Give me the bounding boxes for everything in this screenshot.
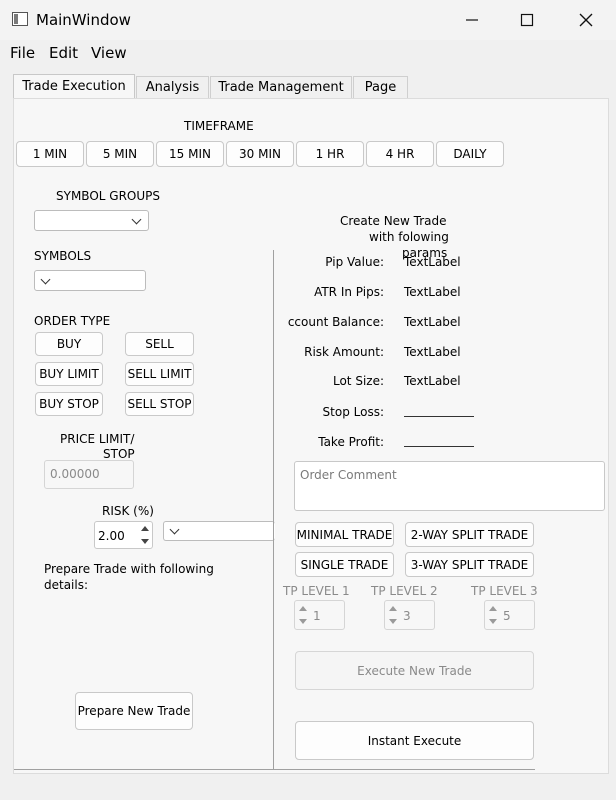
account-balance-value: TextLabel	[404, 315, 461, 329]
three-way-split-trade-button[interactable]: 3-WAY SPLIT TRADE	[405, 552, 534, 577]
tp-level-3-label: TP LEVEL 3	[471, 584, 538, 598]
sell-stop-button[interactable]: SELL STOP	[125, 392, 194, 416]
prepare-new-trade-button[interactable]: Prepare New Trade	[75, 692, 193, 730]
risk-amount-value: TextLabel	[404, 345, 461, 359]
timeframe-4hr-button[interactable]: 4 HR	[366, 141, 434, 167]
spin-up-icon[interactable]	[299, 606, 307, 611]
close-icon	[579, 13, 593, 27]
minimal-trade-button[interactable]: MINIMAL TRADE	[295, 522, 394, 547]
timeframe-daily-button[interactable]: DAILY	[436, 141, 504, 167]
tp-level-3-spinbox[interactable]: 5	[484, 600, 535, 630]
symbol-groups-combo[interactable]	[34, 210, 149, 231]
timeframe-15min-button[interactable]: 15 MIN	[156, 141, 224, 167]
symbols-combo[interactable]	[34, 270, 146, 291]
buy-button[interactable]: BUY	[35, 332, 103, 356]
bottom-divider	[14, 769, 535, 770]
stop-loss-label: Stop Loss:	[322, 405, 384, 419]
window-title: MainWindow	[36, 11, 131, 29]
maximize-button[interactable]	[507, 8, 547, 32]
tp-level-1-label: TP LEVEL 1	[283, 584, 350, 598]
buy-limit-button[interactable]: BUY LIMIT	[35, 362, 103, 386]
chevron-down-icon	[169, 524, 180, 535]
app-window-icon	[12, 12, 28, 26]
order-comment-input[interactable]: Order Comment	[294, 461, 605, 511]
two-way-split-trade-button[interactable]: 2-WAY SPLIT TRADE	[405, 522, 534, 547]
menu-view[interactable]: View	[91, 44, 127, 62]
menu-file[interactable]: File	[10, 44, 35, 62]
tab-trade-management[interactable]: Trade Management	[210, 76, 352, 98]
risk-amount-label: Risk Amount:	[304, 345, 384, 359]
tp-level-3-value: 5	[503, 609, 511, 623]
create-trade-header-1: Create New Trade	[340, 214, 447, 228]
account-balance-label: ccount Balance:	[287, 315, 384, 329]
atr-in-pips-label: ATR In Pips:	[314, 285, 384, 299]
order-type-label: ORDER TYPE	[34, 314, 111, 328]
tp-level-2-spinbox[interactable]: 3	[384, 600, 435, 630]
spin-down-icon[interactable]	[389, 619, 397, 624]
execute-new-trade-button[interactable]: Execute New Trade	[295, 651, 534, 690]
minimize-button[interactable]	[452, 8, 492, 32]
timeframe-30min-button[interactable]: 30 MIN	[226, 141, 294, 167]
tp-level-2-label: TP LEVEL 2	[371, 584, 438, 598]
prepare-text-line2: details:	[44, 578, 89, 592]
spin-up-icon[interactable]	[141, 526, 149, 531]
chevron-down-icon	[131, 214, 142, 225]
risk-value: 2.00	[98, 529, 125, 543]
timeframe-1hr-button[interactable]: 1 HR	[296, 141, 364, 167]
tab-page[interactable]: Page	[353, 76, 408, 98]
spin-up-icon[interactable]	[389, 606, 397, 611]
spin-down-icon[interactable]	[299, 619, 307, 624]
tp-level-1-spinbox[interactable]: 1	[294, 600, 345, 630]
tab-trade-execution[interactable]: Trade Execution	[13, 74, 135, 98]
timeframe-5min-button[interactable]: 5 MIN	[86, 141, 154, 167]
chevron-down-icon	[40, 274, 51, 285]
minimize-icon	[466, 19, 478, 21]
buy-stop-button[interactable]: BUY STOP	[35, 392, 103, 416]
pip-value-label: Pip Value:	[325, 255, 384, 269]
instant-execute-button[interactable]: Instant Execute	[295, 721, 534, 760]
pip-value: TextLabel	[404, 255, 461, 269]
timeframe-label: TIMEFRAME	[184, 119, 254, 133]
symbols-label: SYMBOLS	[34, 249, 92, 263]
spin-down-icon[interactable]	[141, 539, 149, 544]
tab-analysis[interactable]: Analysis	[136, 76, 209, 98]
order-comment-placeholder: Order Comment	[300, 468, 397, 482]
risk-spin-arrows[interactable]	[139, 524, 150, 546]
tp-level-3-spin-arrows[interactable]	[488, 602, 499, 628]
tp-level-1-value: 1	[313, 609, 321, 623]
price-limit-input[interactable]: 0.00000	[44, 460, 134, 489]
close-button[interactable]	[566, 8, 606, 32]
maximize-icon	[520, 13, 534, 27]
create-trade-header-2: with folowing	[369, 230, 449, 244]
single-trade-button[interactable]: SINGLE TRADE	[295, 552, 394, 577]
take-profit-label: Take Profit:	[318, 435, 384, 449]
lot-size-value: TextLabel	[404, 374, 461, 388]
tp-level-2-spin-arrows[interactable]	[388, 602, 399, 628]
timeframe-1min-button[interactable]: 1 MIN	[16, 141, 84, 167]
risk-spinbox[interactable]: 2.00	[94, 521, 153, 549]
sell-limit-button[interactable]: SELL LIMIT	[125, 362, 194, 386]
atr-in-pips-value: TextLabel	[404, 285, 461, 299]
price-limit-label: PRICE LIMIT/	[60, 432, 135, 446]
spin-down-icon[interactable]	[489, 619, 497, 624]
menu-edit[interactable]: Edit	[49, 44, 78, 62]
symbol-groups-label: SYMBOL GROUPS	[56, 189, 160, 203]
risk-mode-combo[interactable]	[163, 521, 275, 541]
spin-up-icon[interactable]	[489, 606, 497, 611]
sell-button[interactable]: SELL	[125, 332, 194, 356]
stop-loss-input[interactable]	[404, 404, 474, 417]
take-profit-input[interactable]	[404, 434, 474, 447]
column-divider	[273, 250, 274, 770]
lot-size-label: Lot Size:	[332, 374, 384, 388]
risk-label: RISK (%)	[102, 504, 154, 518]
price-stop-label: STOP	[103, 447, 135, 461]
tp-level-1-spin-arrows[interactable]	[298, 602, 309, 628]
prepare-text-line1: Prepare Trade with following	[44, 562, 214, 576]
tp-level-2-value: 3	[403, 609, 411, 623]
